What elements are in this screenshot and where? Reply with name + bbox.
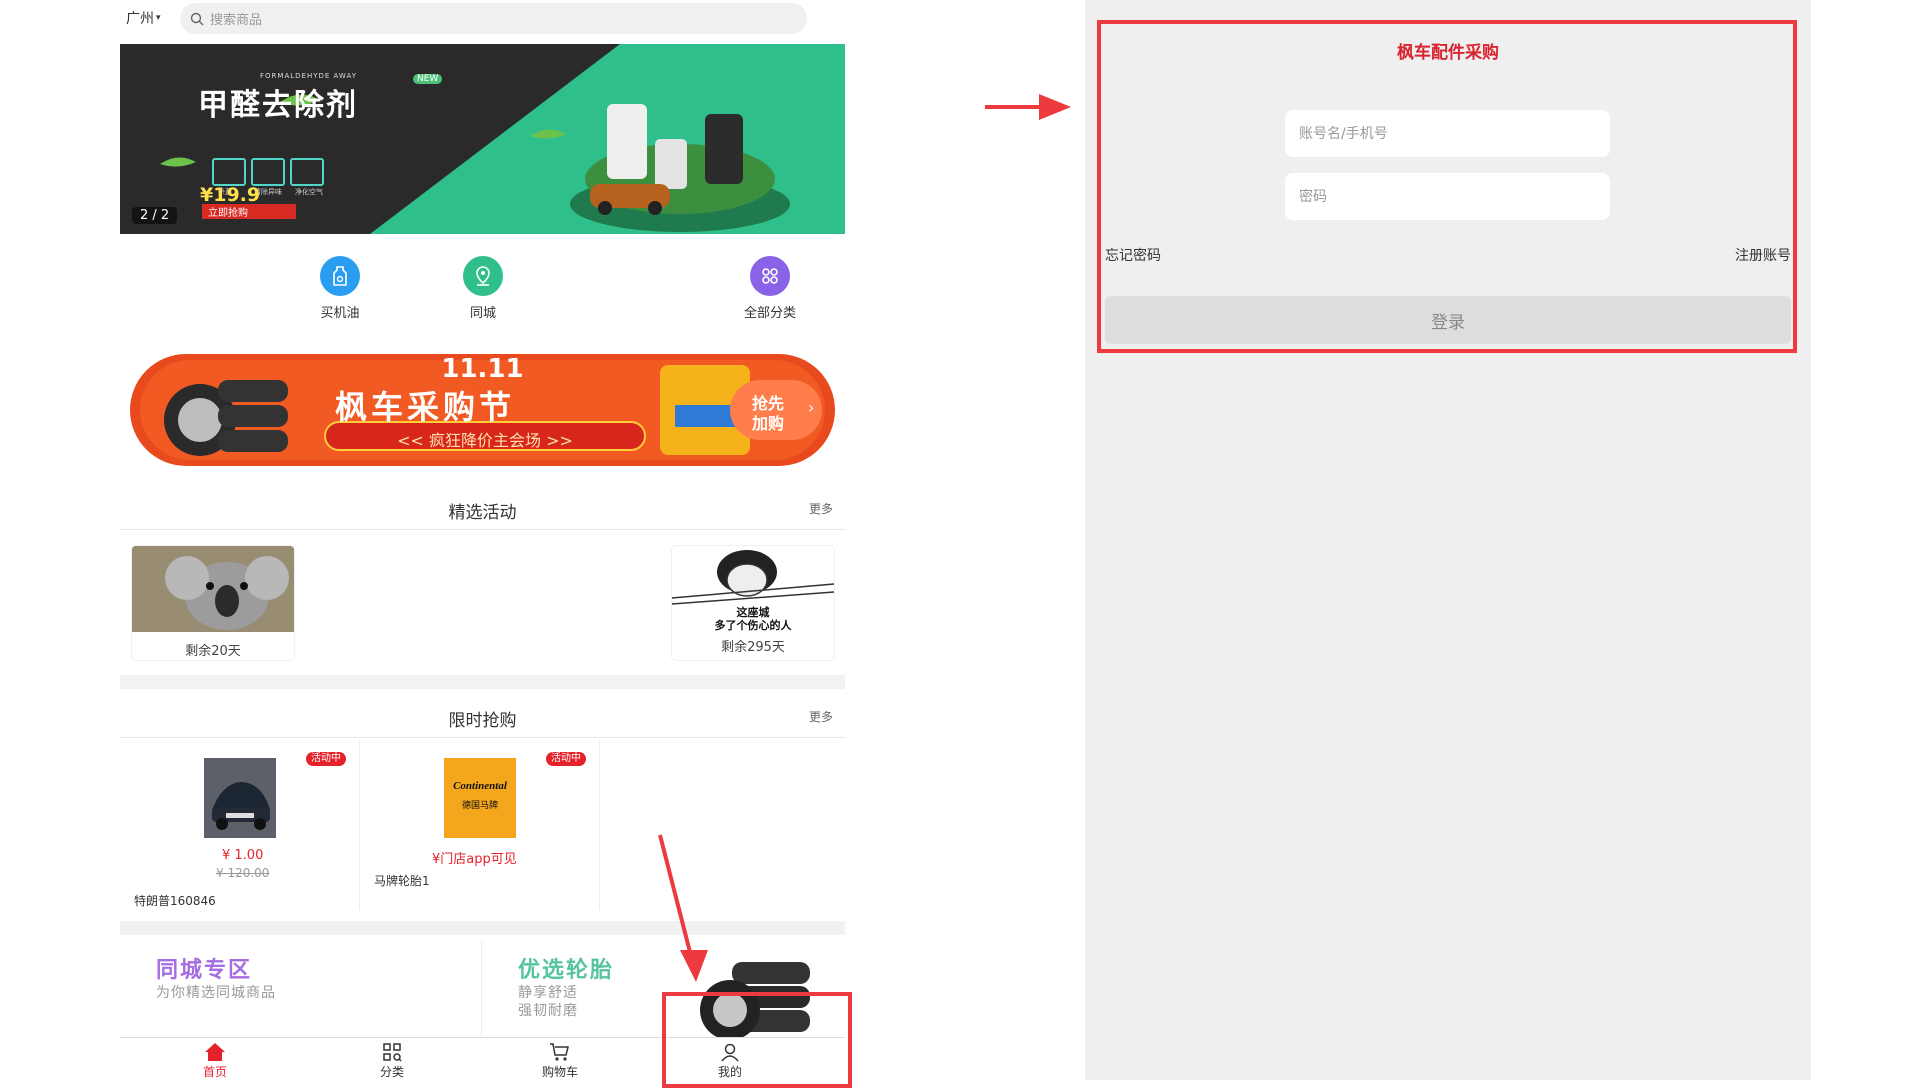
promo-date: 11.11	[441, 354, 524, 384]
featured-item-label: 剩余295天	[721, 640, 785, 655]
category-icon	[383, 1043, 402, 1062]
product-name: 马牌轮胎1	[374, 874, 430, 888]
cart-icon	[550, 1043, 569, 1061]
flash-more-link[interactable]: 更多	[809, 708, 833, 725]
section-title: 精选活动	[448, 503, 517, 523]
search-icon	[190, 12, 204, 25]
flash-section-header: 限时抢购 更多	[120, 696, 845, 738]
product-image-continental: Continental 德国马牌	[444, 758, 516, 838]
product-old-price: ¥ 120.00	[216, 866, 270, 880]
home-screen: 广州 ▾ 搜索商品 FORMALDEHYDE AWAY 甲醛去除剂 NEW 杀菌…	[120, 0, 845, 1080]
hero-cta: 立即抢购	[208, 208, 248, 219]
quick-nav-all-categories[interactable]: 全部分类	[725, 250, 815, 321]
annotation-arrow-down	[658, 834, 708, 982]
banner-title: 优选轮胎	[518, 958, 615, 983]
search-input[interactable]: 搜索商品	[180, 3, 807, 34]
promo-banner[interactable]: 11.11 枫车采购节 << 疯狂降价主会场 >> 抢先 加购 ›	[130, 350, 835, 468]
top-bar: 广州 ▾ 搜索商品	[120, 0, 845, 36]
home-icon	[205, 1043, 225, 1061]
grid-icon	[750, 256, 790, 296]
status-badge: 活动中	[306, 752, 346, 766]
tab-label: 购物车	[541, 1065, 578, 1079]
banner-title: 同城专区	[156, 958, 253, 983]
featured-more-link[interactable]: 更多	[809, 500, 833, 517]
meme-image: 这座城 多了个伤心的人	[672, 546, 834, 632]
promo-cta-line2: 加购	[752, 414, 785, 433]
promo-chevron-right-icon: ›	[808, 398, 815, 417]
hero-feature-3: 净化空气	[295, 188, 323, 196]
quick-nav-label: 买机油	[320, 306, 360, 321]
quick-nav-label: 全部分类	[743, 306, 796, 321]
quick-nav-label: 同城	[469, 306, 496, 321]
hero-price: ¥19.9	[200, 184, 261, 206]
product-price: ¥门店app可见	[432, 852, 517, 867]
quick-nav-local[interactable]: 同城	[438, 250, 528, 321]
hero-title: 甲醛去除剂	[198, 88, 358, 123]
flash-item-2[interactable]: 活动中 Continental 德国马牌 ¥门店app可见 马牌轮胎1	[360, 740, 600, 910]
search-placeholder: 搜索商品	[210, 13, 263, 28]
tab-label: 分类	[379, 1065, 404, 1079]
oil-bottle-icon	[320, 256, 360, 296]
banner-subtitle: 为你精选同城商品	[156, 985, 276, 1001]
tab-cart[interactable]: 购物车	[520, 1042, 600, 1080]
carousel-indicator: 2 / 2	[132, 207, 178, 224]
tab-home[interactable]: 首页	[175, 1042, 255, 1080]
featured-item-koala[interactable]: 剩余20天	[132, 546, 294, 660]
promo-subtitle: << 疯狂降价主会场 >>	[397, 431, 573, 450]
product-image-car	[204, 758, 276, 838]
tab-label: 首页	[202, 1065, 227, 1079]
promo-title: 枫车采购节	[335, 388, 516, 426]
location-pin-icon	[463, 256, 503, 296]
featured-section-header: 精选活动 更多	[120, 488, 845, 530]
annotation-highlight-mine-tab	[662, 992, 852, 1088]
flash-item-1[interactable]: 活动中 ¥ 1.00 ¥ 120.00 特朗普160846	[120, 740, 360, 910]
koala-image	[132, 546, 294, 632]
section-title: 限时抢购	[448, 711, 517, 731]
flash-list: 活动中 ¥ 1.00 ¥ 120.00 特朗普160846 活动中 Contin…	[120, 740, 845, 910]
hero-new-badge: NEW	[413, 74, 443, 84]
status-badge: 活动中	[546, 752, 586, 766]
city-selector[interactable]: 广州 ▾	[126, 8, 161, 28]
annotation-arrow-right	[985, 94, 1071, 120]
quick-nav: 买机油 同城 全部分类	[120, 250, 845, 340]
section-divider	[120, 675, 845, 689]
banner-subtitle-line2: 强韧耐磨	[518, 1003, 578, 1019]
product-price: ¥ 1.00	[222, 848, 264, 863]
section-divider	[120, 921, 845, 935]
quick-nav-oil[interactable]: 买机油	[295, 250, 385, 321]
brand-logo: Continental	[453, 780, 507, 792]
featured-item-label: 剩余20天	[185, 644, 241, 659]
banner-local[interactable]: 同城专区 为你精选同城商品	[120, 940, 482, 1040]
brand-sub: 德国马牌	[461, 801, 498, 811]
annotation-highlight-login-form	[1097, 20, 1797, 353]
banner-subtitle-line1: 静享舒适	[518, 985, 578, 1001]
tab-category[interactable]: 分类	[352, 1042, 432, 1080]
product-name: 特朗普160846	[134, 894, 216, 908]
city-label: 广州	[126, 11, 154, 27]
chevron-down-icon: ▾	[156, 13, 161, 23]
hero-tagline: FORMALDEHYDE AWAY	[260, 72, 357, 80]
meme-caption-line2: 多了个伤心的人	[714, 619, 792, 632]
hero-banner[interactable]: FORMALDEHYDE AWAY 甲醛去除剂 NEW 杀菌 清除异味 净化空气…	[120, 44, 845, 234]
featured-item-meme[interactable]: 这座城 多了个伤心的人 剩余295天	[672, 546, 834, 660]
